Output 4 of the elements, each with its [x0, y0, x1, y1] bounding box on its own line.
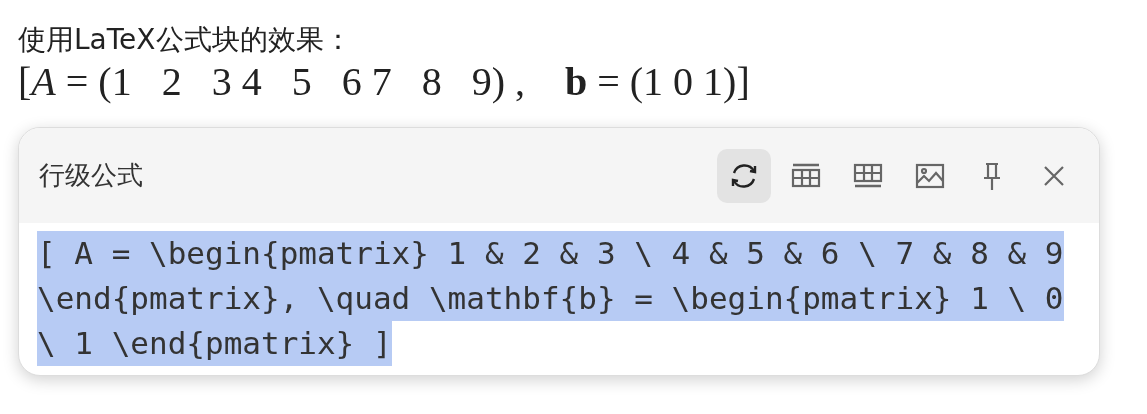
popup-title: 行级公式 — [39, 159, 143, 192]
heading: 使用LaTeX公式块的效果： — [18, 22, 352, 58]
toolbar-button[interactable] — [717, 148, 771, 203]
formula: [A = (1 2 3 4 5 6 7 8 9) , b = (1 0 1)] — [18, 58, 750, 107]
